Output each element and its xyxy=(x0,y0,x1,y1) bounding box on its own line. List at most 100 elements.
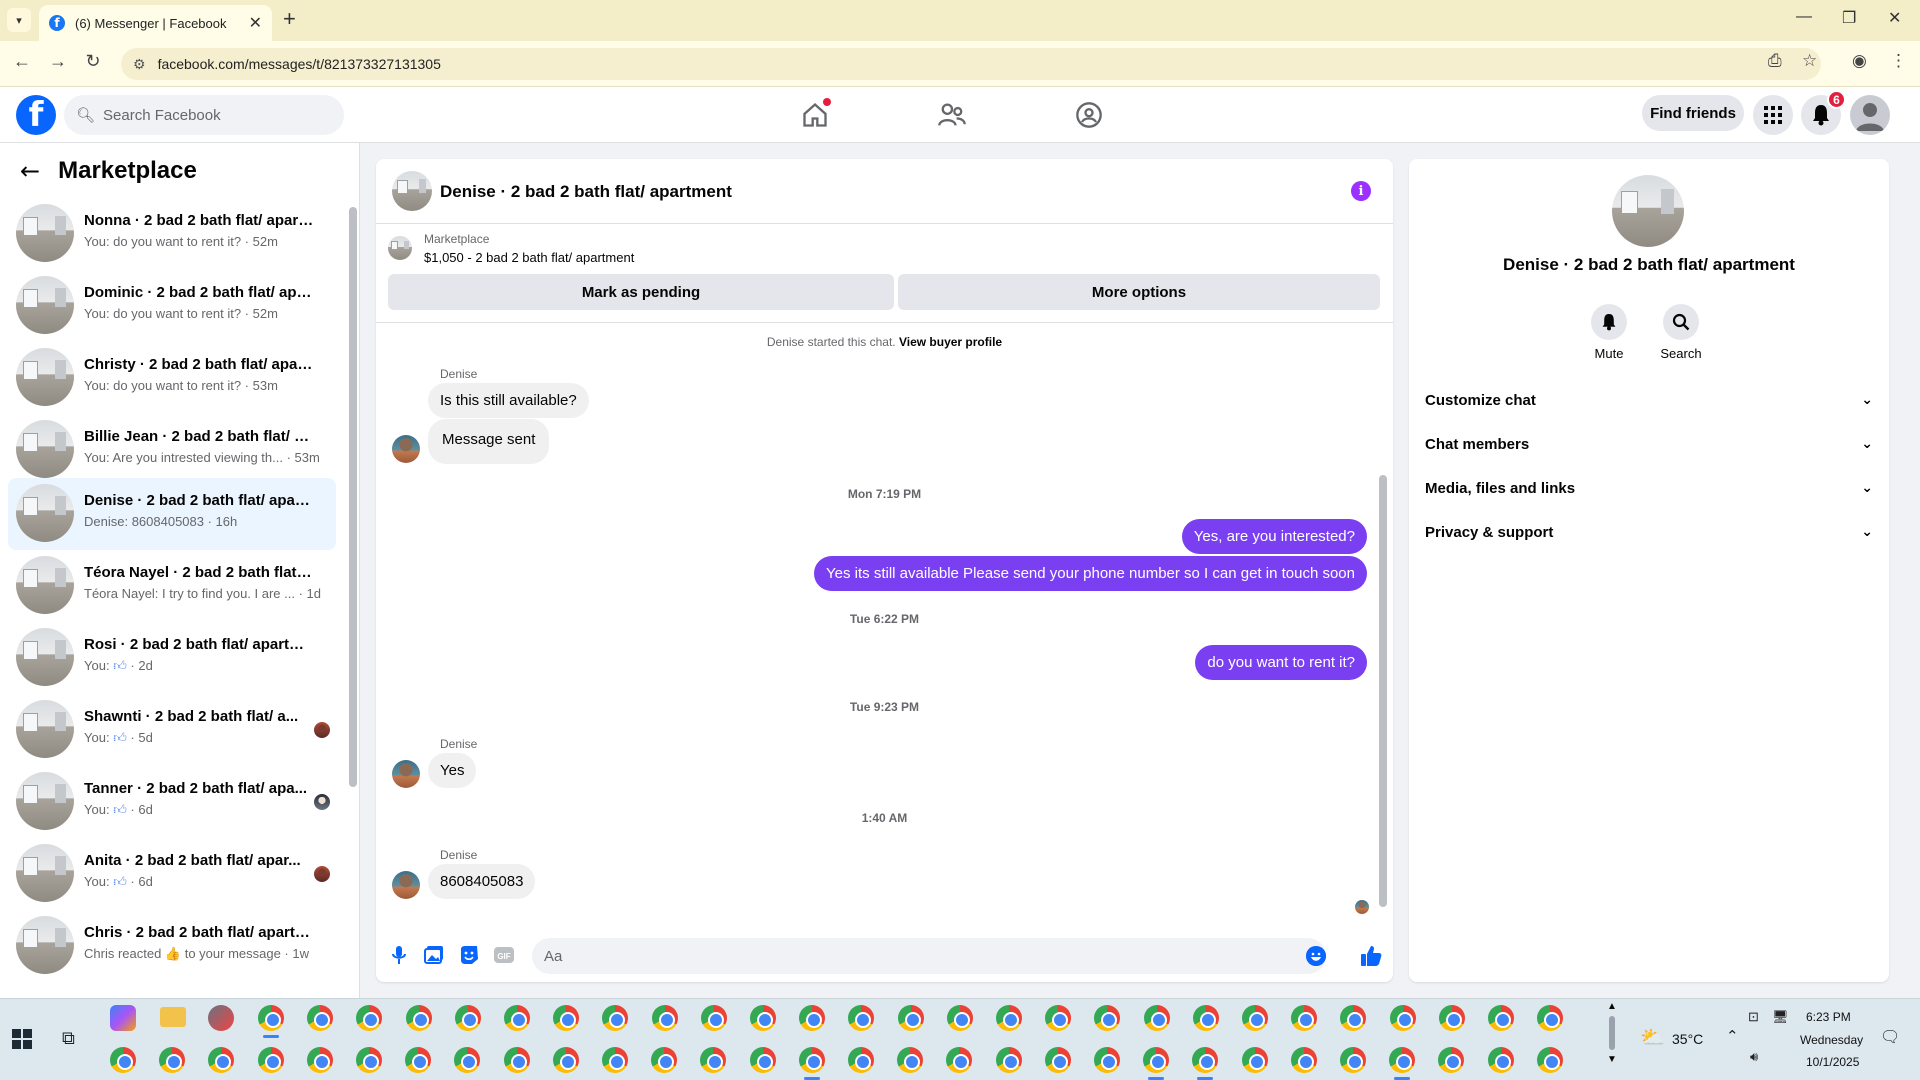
browser-menu-icon[interactable]: ⋮ xyxy=(1890,51,1907,71)
sender-avatar[interactable] xyxy=(392,435,420,463)
minimize-window-icon[interactable]: — xyxy=(1796,8,1812,26)
close-window-icon[interactable]: ✕ xyxy=(1888,8,1901,28)
copilot-icon[interactable] xyxy=(110,1005,136,1031)
customize-chat-section[interactable]: Customize chat ⌄ xyxy=(1425,382,1873,418)
install-app-icon[interactable]: ⎙ xyxy=(1768,51,1782,71)
outgoing-message[interactable]: Yes its still available Please send your… xyxy=(814,556,1367,591)
taskbar-scroll-control[interactable]: ▲ ▼ xyxy=(1606,1001,1618,1077)
facebook-search-input[interactable]: 🔍︎ Search Facebook xyxy=(64,95,344,135)
chrome-window-icon[interactable] xyxy=(1045,1005,1072,1031)
forward-icon[interactable]: → xyxy=(45,51,71,72)
profile-icon[interactable]: ◉ xyxy=(1852,51,1867,71)
chrome-window-icon[interactable] xyxy=(1291,1005,1318,1031)
taskbar-scroll-thumb[interactable] xyxy=(1609,1016,1615,1050)
tab-search-chevron-icon[interactable]: ▾ xyxy=(7,8,31,32)
chrome-window-icon[interactable] xyxy=(799,1005,826,1031)
chrome-window-icon[interactable] xyxy=(897,1005,924,1031)
chrome-window-icon[interactable] xyxy=(946,1047,973,1073)
mute-button[interactable]: Mute xyxy=(1579,304,1639,361)
chrome-window-icon[interactable] xyxy=(750,1005,776,1031)
chrome-window-icon[interactable] xyxy=(454,1047,481,1073)
conversation-item[interactable]: Dominic · 2 bad 2 bath flat/ apa... You:… xyxy=(8,270,336,342)
microphone-icon[interactable] xyxy=(388,944,410,966)
chrome-window-icon[interactable] xyxy=(503,1047,530,1073)
conversation-item[interactable]: Rosi · 2 bad 2 bath flat/ apartme... You… xyxy=(8,622,336,694)
chrome-window-icon[interactable] xyxy=(405,1047,432,1073)
account-avatar[interactable] xyxy=(1850,95,1890,135)
chrome-window-icon[interactable] xyxy=(1537,1005,1564,1031)
view-buyer-profile-link[interactable]: View buyer profile xyxy=(899,335,1002,349)
conversation-item-active[interactable]: Denise · 2 bad 2 bath flat/ apart... Den… xyxy=(8,478,336,550)
weather-temperature[interactable]: 35°C xyxy=(1672,1031,1703,1047)
chrome-window-icon[interactable] xyxy=(258,1005,284,1031)
chrome-window-icon[interactable] xyxy=(504,1005,530,1031)
info-icon[interactable]: i xyxy=(1351,181,1371,201)
search-in-chat-button[interactable]: Search xyxy=(1651,304,1711,361)
chrome-window-icon[interactable] xyxy=(1438,1005,1465,1031)
more-options-button[interactable]: More options xyxy=(898,274,1380,310)
chrome-window-icon[interactable] xyxy=(1143,1047,1170,1073)
outgoing-message[interactable]: do you want to rent it? xyxy=(1195,645,1367,680)
bookmark-star-icon[interactable]: ☆ xyxy=(1802,51,1817,71)
conversation-item[interactable]: Chris · 2 bad 2 bath flat/ apartm... Chr… xyxy=(8,910,336,982)
home-nav-icon[interactable] xyxy=(795,95,835,135)
chat-members-section[interactable]: Chat members ⌄ xyxy=(1425,426,1873,462)
chrome-window-icon[interactable] xyxy=(1389,1005,1416,1031)
emoji-icon[interactable] xyxy=(1306,946,1326,966)
weather-icon[interactable]: ⛅ xyxy=(1640,1025,1665,1050)
chrome-window-icon[interactable] xyxy=(848,1005,875,1031)
scroll-down-icon[interactable]: ▼ xyxy=(1606,1054,1618,1065)
show-hidden-icons-chevron-icon[interactable]: ⌃ xyxy=(1726,1027,1739,1045)
groups-nav-icon[interactable] xyxy=(1069,95,1109,135)
clock-time[interactable]: 6:23 PM xyxy=(1806,1010,1851,1024)
file-explorer-icon[interactable] xyxy=(160,1007,186,1027)
app-icon[interactable] xyxy=(208,1005,234,1031)
conversation-item[interactable]: Tanner · 2 bad 2 bath flat/ apa... You: … xyxy=(8,766,336,838)
chrome-window-icon[interactable] xyxy=(552,1047,579,1073)
chrome-window-icon[interactable] xyxy=(1340,1047,1366,1073)
back-arrow-icon[interactable]: ← xyxy=(20,157,40,185)
chrome-window-icon[interactable] xyxy=(1094,1047,1120,1073)
notification-center-icon[interactable]: 🗨︎ xyxy=(1880,1027,1900,1047)
list-scrollbar[interactable] xyxy=(349,207,357,787)
chrome-window-icon[interactable] xyxy=(257,1047,284,1073)
chrome-window-icon[interactable] xyxy=(405,1005,432,1031)
chrome-window-icon[interactable] xyxy=(159,1047,186,1073)
restore-window-icon[interactable]: ❐ xyxy=(1842,8,1856,28)
chrome-window-icon[interactable] xyxy=(602,1005,629,1031)
chrome-window-icon[interactable] xyxy=(307,1005,334,1031)
new-tab-plus-icon[interactable]: + xyxy=(283,8,296,30)
info-listing-thumbnail[interactable] xyxy=(1612,175,1684,247)
scroll-up-icon[interactable]: ▲ xyxy=(1606,1001,1618,1012)
conversation-item[interactable]: Shawnti · 2 bad 2 bath flat/ a... You: 👍… xyxy=(8,694,336,766)
outgoing-message[interactable]: Yes, are you interested? xyxy=(1181,519,1367,554)
find-friends-button[interactable]: Find friends xyxy=(1642,95,1744,131)
sender-avatar[interactable] xyxy=(392,871,420,899)
chrome-window-icon[interactable] xyxy=(700,1005,727,1031)
chrome-window-icon[interactable] xyxy=(995,1047,1022,1073)
facebook-logo-icon[interactable]: f xyxy=(16,95,56,135)
meet-icon[interactable]: ⊡ xyxy=(1748,1009,1759,1025)
chat-listing-thumbnail[interactable] xyxy=(392,171,432,211)
chrome-window-icon[interactable] xyxy=(1094,1005,1121,1031)
windows-start-icon[interactable] xyxy=(12,1029,32,1049)
chrome-window-icon[interactable] xyxy=(1044,1047,1071,1073)
media-files-links-section[interactable]: Media, files and links ⌄ xyxy=(1425,470,1873,506)
sender-avatar[interactable] xyxy=(392,760,420,788)
incoming-message[interactable]: Is this still available? xyxy=(428,383,589,418)
conversation-item[interactable]: Téora Nayel · 2 bad 2 bath flat/ ... Téo… xyxy=(8,550,336,622)
chrome-window-icon[interactable] xyxy=(1241,1047,1268,1073)
chrome-window-icon[interactable] xyxy=(1389,1047,1416,1073)
chrome-window-icon[interactable] xyxy=(356,1047,382,1073)
chrome-window-icon[interactable] xyxy=(1438,1047,1465,1073)
close-tab-icon[interactable]: ✕ xyxy=(249,13,262,33)
chrome-window-icon[interactable] xyxy=(356,1005,383,1031)
task-view-icon[interactable]: ⧉ xyxy=(62,1028,75,1049)
like-thumbs-up-icon[interactable] xyxy=(1358,943,1384,969)
chat-title[interactable]: Denise · 2 bad 2 bath flat/ apartment xyxy=(440,182,732,202)
chrome-window-icon[interactable] xyxy=(1290,1047,1317,1073)
conversation-item[interactable]: Anita · 2 bad 2 bath flat/ apar... You: … xyxy=(8,838,336,910)
mark-as-pending-button[interactable]: Mark as pending xyxy=(388,274,894,310)
browser-tab-messenger[interactable]: f (6) Messenger | Facebook ✕ xyxy=(39,5,272,41)
chrome-window-icon[interactable] xyxy=(1242,1005,1268,1031)
